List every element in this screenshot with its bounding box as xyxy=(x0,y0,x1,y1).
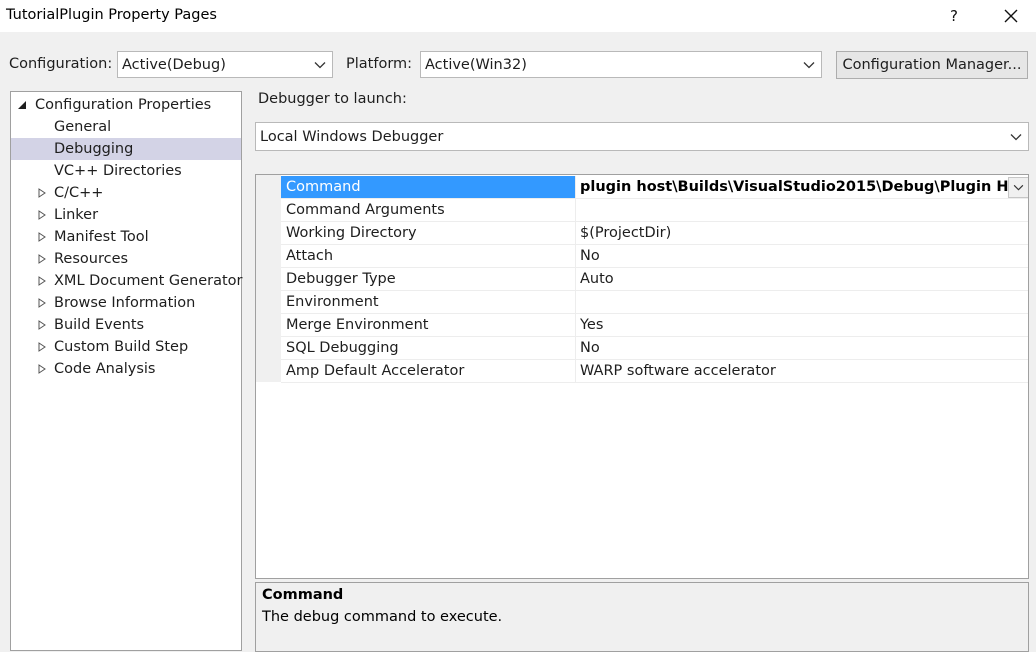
property-row-debugger-type[interactable]: Debugger Type Auto xyxy=(281,268,1028,291)
property-row-merge-environment[interactable]: Merge Environment Yes xyxy=(281,314,1028,337)
triangle-collapsed-icon[interactable] xyxy=(37,342,47,352)
property-name[interactable]: Environment xyxy=(281,291,576,313)
property-name[interactable]: Debugger Type xyxy=(281,268,576,290)
debugger-dropdown[interactable]: Local Windows Debugger xyxy=(255,122,1029,151)
triangle-collapsed-icon[interactable] xyxy=(37,276,47,286)
property-value[interactable]: WARP software accelerator xyxy=(577,360,1027,382)
triangle-collapsed-icon[interactable] xyxy=(37,298,47,308)
property-value[interactable] xyxy=(577,199,1027,221)
tree-item-label: Build Events xyxy=(54,317,145,333)
property-value[interactable]: $(ProjectDir) xyxy=(577,222,1027,244)
tree-item-label: C/C++ xyxy=(54,185,104,201)
property-row-command[interactable]: Command plugin host\Builds\VisualStudio2… xyxy=(281,176,1028,199)
description-panel: Command The debug command to execute. xyxy=(255,582,1029,652)
property-name[interactable]: Command xyxy=(281,176,576,198)
grid-gutter xyxy=(256,175,281,382)
chevron-down-icon xyxy=(803,61,815,68)
tree-item-label: Resources xyxy=(54,251,129,267)
description-title: Command xyxy=(262,587,344,603)
property-row-amp-default-accelerator[interactable]: Amp Default Accelerator WARP software ac… xyxy=(281,360,1028,383)
debugger-launch-label: Debugger to launch: xyxy=(258,91,407,107)
tree-item-resources[interactable]: Resources xyxy=(11,248,241,270)
triangle-collapsed-icon[interactable] xyxy=(37,254,47,264)
close-button[interactable] xyxy=(988,2,1034,30)
property-row-sql-debugging[interactable]: SQL Debugging No xyxy=(281,337,1028,360)
help-button[interactable]: ? xyxy=(934,2,974,30)
tree-item-label: XML Document Generator xyxy=(54,273,243,289)
tree-item-label: Linker xyxy=(54,207,99,223)
property-value-text: plugin host\Builds\VisualStudio2015\Debu… xyxy=(580,179,1027,195)
tree-item-general[interactable]: General xyxy=(11,116,241,138)
tree-item-label: Debugging xyxy=(54,141,134,157)
property-grid: Command plugin host\Builds\VisualStudio2… xyxy=(255,174,1029,579)
tree-item-browse-information[interactable]: Browse Information xyxy=(11,292,241,314)
property-value[interactable]: No xyxy=(577,245,1027,267)
platform-label: Platform: xyxy=(346,56,413,72)
tree-item-c-cpp[interactable]: C/C++ xyxy=(11,182,241,204)
tree-item-code-analysis[interactable]: Code Analysis xyxy=(11,358,241,380)
tree-item-label: Manifest Tool xyxy=(54,229,149,245)
property-value-dropdown-button[interactable] xyxy=(1008,177,1028,198)
property-value[interactable]: Auto xyxy=(577,268,1027,290)
triangle-collapsed-icon[interactable] xyxy=(37,364,47,374)
tree-item-label: VC++ Directories xyxy=(54,163,182,179)
platform-dropdown[interactable]: Active(Win32) xyxy=(420,51,822,78)
property-row-attach[interactable]: Attach No xyxy=(281,245,1028,268)
property-name[interactable]: Command Arguments xyxy=(281,199,576,221)
chevron-down-icon xyxy=(1013,184,1024,191)
tree-item-configuration-properties[interactable]: Configuration Properties xyxy=(11,94,241,116)
triangle-collapsed-icon[interactable] xyxy=(37,210,47,220)
tree-item-custom-build-step[interactable]: Custom Build Step xyxy=(11,336,241,358)
triangle-expanded-icon[interactable] xyxy=(17,100,27,110)
configuration-value: Active(Debug) xyxy=(122,56,226,73)
platform-value: Active(Win32) xyxy=(425,56,527,73)
triangle-collapsed-icon[interactable] xyxy=(37,232,47,242)
tree-item-label: Browse Information xyxy=(54,295,196,311)
property-row-command-arguments[interactable]: Command Arguments xyxy=(281,199,1028,222)
property-value[interactable] xyxy=(577,291,1027,313)
triangle-collapsed-icon[interactable] xyxy=(37,188,47,198)
tree-item-label: Custom Build Step xyxy=(54,339,189,355)
triangle-collapsed-icon[interactable] xyxy=(37,320,47,330)
tree-item-xml-document-generator[interactable]: XML Document Generator xyxy=(11,270,243,292)
property-row-working-directory[interactable]: Working Directory $(ProjectDir) xyxy=(281,222,1028,245)
property-tree: Configuration Properties General Debuggi… xyxy=(10,91,243,651)
property-value[interactable]: No xyxy=(577,337,1027,359)
title-bar: TutorialPlugin Property Pages ? xyxy=(0,0,1036,32)
configuration-label: Configuration: xyxy=(9,56,113,72)
chevron-down-icon xyxy=(1010,133,1022,140)
property-value[interactable]: plugin host\Builds\VisualStudio2015\Debu… xyxy=(577,176,1027,198)
tree-item-label: General xyxy=(54,119,112,135)
close-x-icon xyxy=(1004,9,1018,23)
tree-item-manifest-tool[interactable]: Manifest Tool xyxy=(11,226,241,248)
debugger-value: Local Windows Debugger xyxy=(260,128,444,145)
tree-item-build-events[interactable]: Build Events xyxy=(11,314,241,336)
tree-item-linker[interactable]: Linker xyxy=(11,204,241,226)
question-mark-icon: ? xyxy=(950,7,958,25)
chevron-down-icon xyxy=(314,61,326,68)
tree-item-debugging[interactable]: Debugging xyxy=(11,138,241,160)
tree-item-vc-directories[interactable]: VC++ Directories xyxy=(11,160,241,182)
property-name[interactable]: Attach xyxy=(281,245,576,267)
property-name[interactable]: SQL Debugging xyxy=(281,337,576,359)
property-name[interactable]: Working Directory xyxy=(281,222,576,244)
tree-item-label: Configuration Properties xyxy=(35,97,212,113)
property-name[interactable]: Amp Default Accelerator xyxy=(281,360,576,382)
property-value[interactable]: Yes xyxy=(577,314,1027,336)
property-name[interactable]: Merge Environment xyxy=(281,314,576,336)
window-title: TutorialPlugin Property Pages xyxy=(6,7,217,23)
tree-item-label: Code Analysis xyxy=(54,361,156,377)
description-text: The debug command to execute. xyxy=(262,609,503,625)
configuration-manager-button[interactable]: Configuration Manager... xyxy=(836,51,1028,79)
property-row-environment[interactable]: Environment xyxy=(281,291,1028,314)
configuration-dropdown[interactable]: Active(Debug) xyxy=(117,51,333,78)
